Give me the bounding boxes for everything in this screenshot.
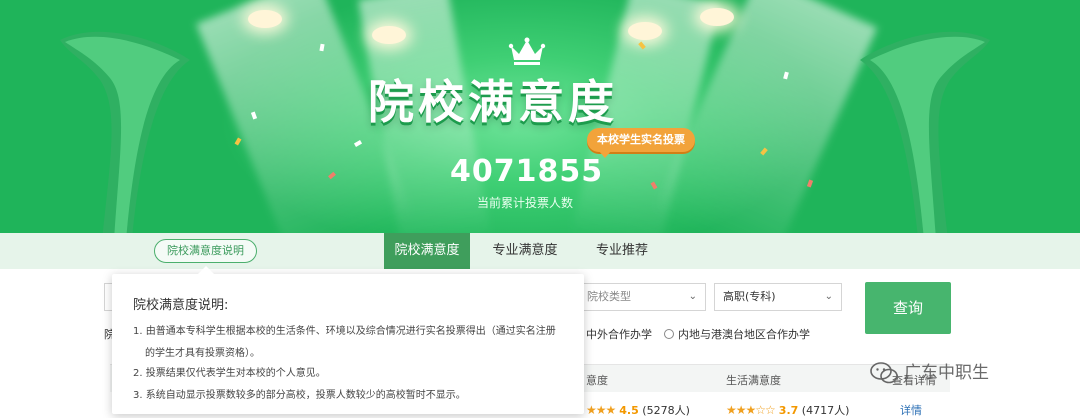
popup-title: 院校满意度说明:: [133, 298, 229, 313]
column-header-life-satisfaction: 生活满意度: [726, 374, 781, 387]
real-name-vote-badge: 本校学生实名投票: [587, 128, 695, 158]
radio-sino-foreign[interactable]: 中外合作办学: [586, 326, 652, 342]
popup-line: 3. 系统自动显示投票数较多的部分高校，投票人数较少的高校暂时不显示。: [133, 390, 466, 401]
spotlight-lamp: [248, 10, 282, 28]
tab-school-satisfaction[interactable]: 院校满意度: [384, 233, 470, 269]
overall-rating: ★★★ 4.5 (5278人): [586, 402, 690, 418]
vote-count-label: 当前累计投票人数: [476, 196, 573, 210]
watermark: 广东中职生: [870, 358, 989, 384]
popup-line: 1. 由普通本专科学生根据本校的生活条件、环境以及综合情况进行实名投票得出（通过…: [133, 326, 556, 337]
radio-circle-icon: [664, 329, 674, 339]
chevron-down-icon: ⌄: [824, 291, 833, 302]
tab-major-recommendation[interactable]: 专业推荐: [582, 233, 662, 269]
right-curtain-icon: [860, 31, 990, 233]
popup-line: 2. 投票结果仅代表学生对本校的个人意见。: [133, 368, 326, 379]
tab-major-satisfaction[interactable]: 专业满意度: [482, 233, 568, 269]
column-header-satisfaction: 意度: [586, 374, 608, 387]
school-type-select[interactable]: 院校类型 ⌄: [578, 283, 706, 311]
hero-title: 院校满意度: [368, 75, 618, 129]
rating-count: (4717人): [801, 404, 850, 417]
crown-icon: [508, 37, 546, 65]
star-icon: ★★★: [586, 403, 616, 417]
satisfaction-explanation-popup: 院校满意度说明: 1. 由普通本专科学生根据本校的生活条件、环境以及综合情况进行…: [112, 266, 584, 414]
confetti: [234, 137, 242, 146]
details-link[interactable]: 详情: [900, 402, 922, 418]
radio-mainland-hk-macao-tw[interactable]: 内地与港澳台地区合作办学: [664, 326, 810, 342]
popup-line: 的学生才具有投票资格）。: [145, 348, 260, 359]
school-type-placeholder: 院校类型: [587, 290, 631, 303]
details-link-label: 详情: [900, 404, 922, 417]
vote-count: 4071855: [450, 154, 604, 189]
rating-score: 3.7: [778, 404, 799, 417]
confetti: [806, 179, 814, 188]
chevron-down-icon: ⌄: [688, 291, 697, 302]
spotlight-lamp: [372, 26, 406, 44]
radio-option-label: 中外合作办学: [586, 328, 652, 341]
wechat-icon: [870, 362, 898, 384]
hero-banner: 院校满意度 本校学生实名投票 4071855 当前累计投票人数: [0, 0, 1080, 233]
watermark-text: 广东中职生: [904, 363, 989, 383]
rating-count: (5278人): [642, 404, 690, 417]
satisfaction-explanation-button[interactable]: 院校满意度说明: [154, 239, 257, 263]
education-level-value: 高职(专科): [723, 290, 776, 303]
spotlight-lamp: [700, 8, 734, 26]
star-icon: ★★★☆☆: [726, 403, 776, 417]
education-level-select[interactable]: 高职(专科) ⌄: [714, 283, 842, 311]
spotlight-lamp: [628, 22, 662, 40]
rating-score: 4.5: [619, 404, 639, 417]
radio-option-label: 内地与港澳台地区合作办学: [678, 328, 810, 341]
life-rating: ★★★☆☆ 3.7 (4717人): [726, 402, 849, 418]
tab-bar: 院校满意度说明 院校满意度 专业满意度 专业推荐: [0, 233, 1080, 269]
left-curtain-icon: [60, 31, 190, 233]
query-button[interactable]: 查询: [865, 282, 951, 334]
